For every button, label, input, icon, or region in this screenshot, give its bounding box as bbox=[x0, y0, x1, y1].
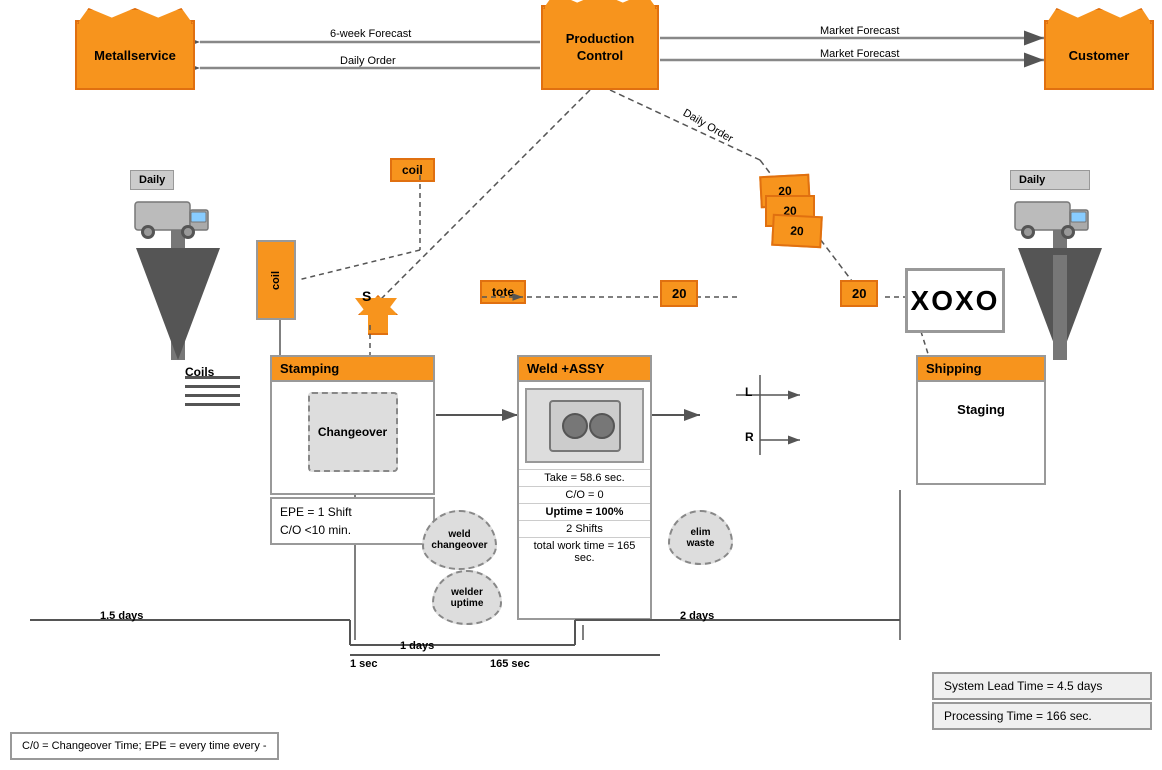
shipping-header: Shipping bbox=[918, 357, 1044, 382]
stamping-box: Stamping Changeover bbox=[270, 355, 435, 495]
left-truck-icon bbox=[130, 192, 210, 242]
tote-tag: tote bbox=[480, 280, 526, 304]
days1-label: 1.5 days bbox=[100, 610, 143, 622]
r-label: R bbox=[745, 430, 754, 444]
s-push-label: S bbox=[362, 288, 371, 304]
metallservice-box: Metallservice bbox=[75, 20, 195, 90]
left-truck: Daily bbox=[130, 170, 210, 242]
inv20-right: 20 bbox=[840, 280, 878, 307]
market-forecast1-label: Market Forecast bbox=[820, 25, 899, 37]
diagram-container: Metallservice Production Control Custome… bbox=[0, 0, 1162, 770]
weld-info2: C/O = 0 bbox=[519, 486, 650, 503]
customer-label: Customer bbox=[1069, 48, 1130, 63]
changeover-burst: Changeover bbox=[308, 392, 398, 472]
right-truck: Daily bbox=[1010, 170, 1090, 242]
system-lead-text: System Lead Time = 4.5 days bbox=[944, 679, 1102, 693]
weld-machine-body bbox=[525, 388, 644, 463]
changeover-label: Changeover bbox=[318, 425, 387, 439]
stamping-info1: EPE = 1 Shift bbox=[280, 505, 425, 519]
metallservice-label: Metallservice bbox=[94, 48, 176, 63]
legend-text: C/0 = Changeover Time; EPE = every time … bbox=[22, 740, 267, 752]
stamping-info-box: EPE = 1 Shift C/O <10 min. bbox=[270, 497, 435, 545]
weld-total-work-label: total work bbox=[534, 540, 581, 552]
inv20-mid: 20 bbox=[660, 280, 698, 307]
shipping-box: Shipping Staging bbox=[916, 355, 1046, 485]
coil-top-tag: coil bbox=[390, 158, 435, 182]
coil-inventory-left: coil bbox=[256, 240, 296, 320]
sec2-label: 165 sec bbox=[490, 658, 530, 670]
days3-label: 2 days bbox=[680, 610, 714, 622]
coil-side-label: coil bbox=[270, 271, 282, 290]
customer-box: Customer bbox=[1044, 20, 1154, 90]
sec1-label: 1 sec bbox=[350, 658, 378, 670]
stamping-info2: C/O <10 min. bbox=[280, 523, 425, 537]
l-label: L bbox=[745, 385, 752, 399]
shipping-staging: Staging bbox=[918, 382, 1044, 437]
weld-info5: total work time = 165 sec. bbox=[519, 537, 650, 566]
weld-info3: Uptime = 100% bbox=[519, 503, 650, 520]
right-truck-icon bbox=[1010, 192, 1090, 242]
forecast-label: 6-week Forecast bbox=[330, 28, 411, 40]
production-control-label: Production Control bbox=[566, 31, 635, 65]
weld-changeover-burst: weld changeover bbox=[422, 510, 497, 570]
coil-inventory-bars bbox=[185, 370, 240, 412]
weld-machine-icon bbox=[545, 396, 625, 456]
market-forecast2-label: Market Forecast bbox=[820, 48, 899, 60]
processing-time-box: Processing Time = 166 sec. bbox=[932, 702, 1152, 730]
production-control-box: Production Control bbox=[541, 5, 659, 90]
kanban-card-3: 20 bbox=[771, 214, 823, 249]
daily-order-met-label: Daily Order bbox=[340, 55, 396, 67]
weld-assy-box: Weld +ASSY Take = 58.6 sec. C/O = 0 Upti… bbox=[517, 355, 652, 620]
elim-waste-burst: elim waste bbox=[668, 510, 733, 565]
daily-left-label: Daily bbox=[130, 170, 174, 190]
daily-right-label: Daily bbox=[1010, 170, 1090, 190]
stamping-header: Stamping bbox=[272, 357, 433, 382]
weld-info4: 2 Shifts bbox=[519, 520, 650, 537]
weld-header: Weld +ASSY bbox=[519, 357, 650, 382]
system-lead-box: System Lead Time = 4.5 days bbox=[932, 672, 1152, 700]
processing-time-text: Processing Time = 166 sec. bbox=[944, 709, 1092, 723]
days2-label: 1 days bbox=[400, 640, 434, 652]
daily-order-cust-label: Daily Order bbox=[681, 107, 735, 145]
xoxo-box: XOXO bbox=[905, 268, 1005, 333]
stamping-body: Changeover bbox=[272, 382, 433, 482]
timeline-top-svg bbox=[10, 615, 920, 670]
legend-box: C/0 = Changeover Time; EPE = every time … bbox=[10, 732, 279, 760]
weld-info1: Take = 58.6 sec. bbox=[519, 469, 650, 486]
weld-total-work-val: time = 165 sec. bbox=[574, 540, 635, 564]
